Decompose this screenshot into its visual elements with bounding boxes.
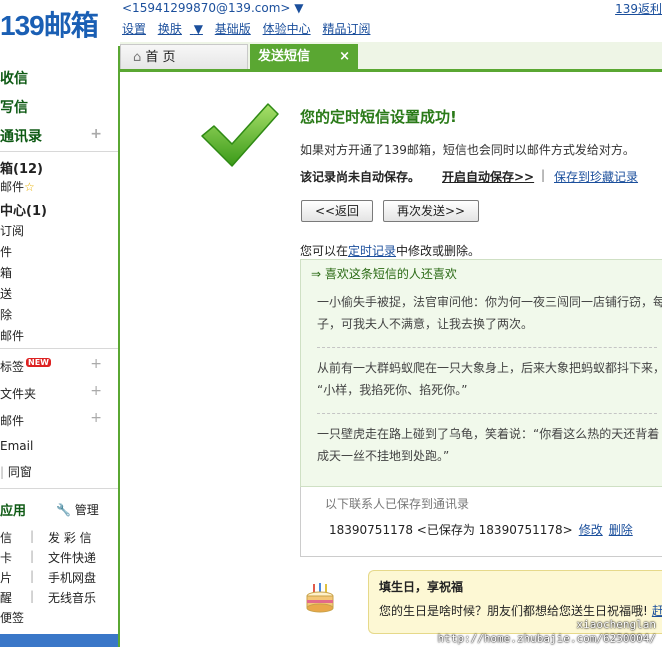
back-button[interactable]: <<返回 <box>301 200 373 222</box>
sidebar-bottom-bar <box>0 634 118 647</box>
menu-subscribe[interactable]: 精品订阅 <box>322 22 370 36</box>
plus-icon[interactable]: + <box>90 126 102 142</box>
menu-settings[interactable]: 设置 <box>122 22 146 36</box>
pipe-divider: | <box>541 168 546 182</box>
scheduled-records-link[interactable]: 定时记录 <box>348 244 396 258</box>
apps-manage[interactable]: 🔧 管理 <box>56 501 99 518</box>
menu-experience[interactable]: 体验中心 <box>263 22 311 36</box>
edit-link[interactable]: 修改 <box>579 523 603 537</box>
saved-contact-row: 18390751178 <已保存为 18390751178> 修改 删除 <box>329 523 633 537</box>
wrench-icon: 🔧 <box>56 503 71 517</box>
app-file-express[interactable]: 文件快递 <box>48 549 96 566</box>
app-row: 片 | 手机网盘 <box>0 569 97 586</box>
app-notes[interactable]: 便签 <box>0 609 24 626</box>
new-badge: NEW <box>26 358 51 367</box>
menu-basic[interactable]: 基础版 <box>215 22 251 36</box>
sidebar-folders[interactable]: 文件夹 + <box>0 383 118 402</box>
plus-icon[interactable]: + <box>90 383 102 399</box>
save-favorites-link[interactable]: 保存到珍藏记录 <box>554 168 638 185</box>
app-sms[interactable]: 信 <box>0 531 12 545</box>
tab-bar: ⌂ 首 页 发送短信 × <box>120 42 662 72</box>
chevron-down-icon: ▼ <box>193 22 203 36</box>
sidebar-mail-accounts[interactable]: 邮件 + <box>0 410 118 429</box>
modify-hint: 您可以在定时记录中修改或删除。 <box>300 244 481 258</box>
plus-icon[interactable]: + <box>90 410 102 426</box>
auto-save-link[interactable]: 开启自动保存>> <box>442 168 534 185</box>
plus-icon[interactable]: + <box>90 356 102 372</box>
sidebar: 收信 写信 通讯录 + 箱(12) 邮件☆ 中心(1) 订阅 件 箱 送 除 邮… <box>0 46 120 647</box>
sidebar-compose[interactable]: 写信 <box>0 97 28 117</box>
sidebar-receive[interactable]: 收信 <box>0 68 28 88</box>
saved-contacts-box: 以下联系人已保存到通讯录 18390751178 <已保存为 183907511… <box>300 487 662 557</box>
watermark-url: http://home.zhubajie.com/6250004/ <box>437 632 656 645</box>
not-saved-text: 该记录尚未自动保存。 <box>300 170 421 184</box>
menu-skin[interactable]: 换肤 ▼ <box>158 22 203 36</box>
divider <box>317 413 657 414</box>
brand-logo[interactable]: 139邮箱 <box>0 4 99 44</box>
delete-link[interactable]: 删除 <box>609 523 633 537</box>
sidebar-spam[interactable]: 邮件 <box>0 327 24 344</box>
recommend-heading: ⇒ 喜欢这条短信的人还喜欢 <box>311 267 457 281</box>
app-row: 卡 | 文件快递 <box>0 549 97 566</box>
birthday-cake-icon <box>306 583 334 613</box>
divider <box>0 488 118 489</box>
birthday-text: 您的生日是啥时候？朋友们都想给您送生日祝福哦! 赶 <box>379 604 662 618</box>
list-item[interactable]: 一只壁虎走在路上碰到了乌龟，笑着说：“你看这么热的天还背着 成天一丝不挂地到处跑… <box>317 423 662 467</box>
success-check-icon <box>201 103 279 167</box>
sidebar-email[interactable]: Email <box>0 439 33 453</box>
top-menu: 设置 换肤 ▼ 基础版 体验中心 精品订阅 <box>122 20 378 37</box>
sidebar-starred[interactable]: 邮件☆ <box>0 178 35 195</box>
account-address[interactable]: <15941299870@139.com> ▼ <box>122 1 304 15</box>
page-title: 您的定时短信设置成功! <box>300 108 457 126</box>
list-item[interactable]: 从前有一大群蚂蚁爬在一只大象身上，后来大象把蚂蚁都抖下来， “小样，我掐死你、掐… <box>317 357 662 401</box>
sidebar-subscription[interactable]: 订阅 <box>0 222 24 239</box>
pipe-divider: | <box>0 465 5 479</box>
tab-home[interactable]: ⌂ 首 页 <box>120 44 248 69</box>
recommend-box: ⇒ 喜欢这条短信的人还喜欢 一小偷失手被捉，法官审问他：你为何一夜三闯同一店铺行… <box>300 259 662 487</box>
sidebar-outbox[interactable]: 箱 <box>0 264 12 281</box>
divider <box>0 348 118 349</box>
sidebar-center[interactable]: 中心(1) <box>0 200 47 219</box>
app-row: 醒 | 无线音乐 <box>0 589 97 606</box>
app-reminder[interactable]: 醒 <box>0 591 12 605</box>
star-icon: ☆ <box>24 180 35 194</box>
watermark-user: xiaochenglan <box>576 618 656 631</box>
divider <box>0 151 118 152</box>
sidebar-inbox[interactable]: 箱(12) <box>0 158 43 177</box>
home-icon: ⌂ <box>133 50 142 65</box>
apps-title: 应用 <box>0 504 27 519</box>
sidebar-drafts[interactable]: 件 <box>0 243 12 260</box>
saved-contacts-heading: 以下联系人已保存到通讯录 <box>325 497 470 511</box>
app-photo[interactable]: 片 <box>0 571 12 585</box>
app-card[interactable]: 卡 <box>0 551 12 565</box>
divider <box>317 347 657 348</box>
info-text: 如果对方开通了139邮箱，短信也会同时以邮件方式发给对方。 <box>300 143 635 157</box>
sidebar-deleted[interactable]: 除 <box>0 306 12 323</box>
app-mms[interactable]: 发 彩 信 <box>48 529 92 546</box>
close-icon[interactable]: × <box>339 44 350 69</box>
app-mobile-disk[interactable]: 手机网盘 <box>48 569 96 586</box>
sidebar-classmates[interactable]: | 同窗 <box>0 463 32 480</box>
sidebar-tags[interactable]: 标签 NEW + <box>0 356 118 375</box>
birthday-title: 填生日，享祝福 <box>379 580 464 594</box>
app-wireless-music[interactable]: 无线音乐 <box>48 589 96 606</box>
rebate-link[interactable]: 139返利 <box>615 0 662 17</box>
sidebar-contacts[interactable]: 通讯录 + <box>0 126 118 146</box>
tab-send-sms[interactable]: 发送短信 × <box>250 44 358 69</box>
sidebar-sent[interactable]: 送 <box>0 285 12 302</box>
app-row: 信 | 发 彩 信 <box>0 529 92 546</box>
chevron-down-icon: ▼ <box>294 1 304 15</box>
list-item[interactable]: 一小偷失手被捉，法官审问他：你为何一夜三闯同一店铺行窃，每 子，可我夫人不满意，… <box>317 291 662 335</box>
resend-button[interactable]: 再次发送>> <box>383 200 479 222</box>
birthday-link[interactable]: 赶 <box>652 604 662 618</box>
